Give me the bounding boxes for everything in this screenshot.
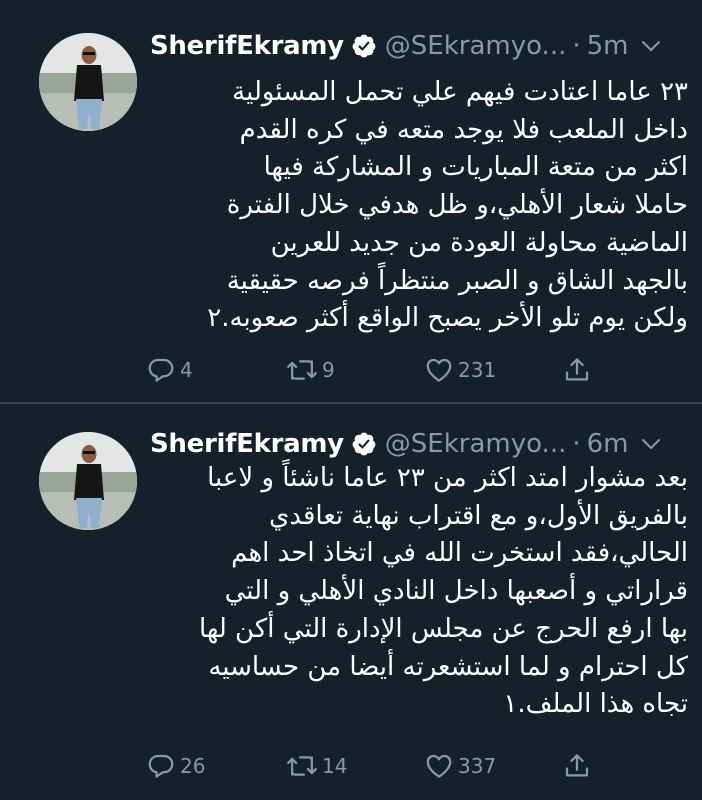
tweet-text-line: كل احترام و لما استشعرته أيضا من حساسيه: [208, 651, 688, 682]
display-name[interactable]: SherifEkramy: [150, 31, 344, 61]
tweet-text: بعد مشوار امتد اكثر من ٢٣ عاما ناشئاً و …: [150, 460, 688, 724]
reply-icon: [148, 754, 174, 778]
avatar-photo: [39, 432, 137, 530]
separator-dot: ·: [572, 429, 581, 459]
like-button[interactable]: 231: [424, 352, 496, 388]
heart-icon: [426, 358, 452, 382]
tweet-text-line: حاملا شعار الأهلي،و ظل هدفي خلال الفترة: [226, 190, 688, 221]
tweet-text-line: الماضية محاولة العودة من جديد للعرين: [270, 227, 688, 258]
tweet-text-line: ولكن يوم تلو الأخر يصبح الواقع أكثر صعوب…: [207, 303, 688, 334]
tweet-header: SherifEkramy @SEkramyo... · 6m: [150, 424, 678, 464]
retweet-icon: [287, 360, 317, 380]
tweet-text-line: بالفريق الأول،و مع اقتراب نهاية تعاقدي: [268, 500, 688, 531]
tweet-actions: 26 14 337: [146, 748, 606, 784]
tweet-text-line: داخل الملعب فلا يوجد متعه في كره القدم: [239, 114, 688, 145]
verified-badge-icon: [352, 34, 376, 58]
timestamp[interactable]: 5m: [587, 31, 629, 61]
tweet-text-line: بها ارفع الحرج عن مجلس الإدارة التي أكن …: [198, 613, 688, 644]
reply-icon: [148, 358, 174, 382]
tweet-header: SherifEkramy @SEkramyo... · 5m: [150, 26, 678, 66]
tweet[interactable]: SherifEkramy @SEkramyo... · 6m بعد مشوار…: [0, 404, 702, 800]
heart-icon: [426, 754, 452, 778]
separator-dot: ·: [572, 31, 581, 61]
tweet[interactable]: SherifEkramy @SEkramyo... · 5m ٢٣ عاما ا…: [0, 0, 702, 403]
display-name[interactable]: SherifEkramy: [150, 429, 344, 459]
tweet-text-line: بعد مشوار امتد اكثر من ٢٣ عاما ناشئاً و …: [207, 463, 688, 493]
tweet-text-line: قراراتي و أصعبها داخل النادي الأهلي و ال…: [224, 576, 688, 607]
share-icon: [565, 358, 589, 381]
tweet-text-line: الحالي،فقد استخرت الله في اتخاذ احد اهم: [231, 538, 688, 569]
reply-button[interactable]: 26: [146, 748, 205, 784]
verified-badge-icon: [352, 432, 376, 456]
share-button[interactable]: [562, 748, 592, 784]
chevron-down-icon[interactable]: [639, 432, 663, 456]
retweet-button[interactable]: 9: [286, 352, 335, 388]
reply-count: 4: [180, 358, 193, 382]
user-handle[interactable]: @SEkramyo...: [385, 31, 567, 61]
tweet-actions: 4 9 231: [146, 352, 606, 388]
tweet-text-line: اكثر من متعة المباريات و المشاركة فيها: [263, 152, 688, 183]
tweet-text-line: تجاه هذا الملف.١: [503, 689, 688, 720]
retweet-count: 14: [322, 754, 348, 778]
timestamp[interactable]: 6m: [587, 429, 629, 459]
tweet-text-line: ٢٣ عاما اعتادت فيهم علي تحمل المسئولية: [232, 77, 688, 107]
retweet-count: 9: [322, 358, 335, 382]
like-count: 231: [458, 358, 497, 382]
avatar[interactable]: [39, 33, 137, 131]
tweet-text: ٢٣ عاما اعتادت فيهم علي تحمل المسئولية د…: [150, 74, 688, 338]
share-button[interactable]: [562, 352, 592, 388]
retweet-button[interactable]: 14: [286, 748, 347, 784]
share-icon: [565, 754, 589, 777]
chevron-down-icon[interactable]: [639, 34, 663, 58]
user-handle[interactable]: @SEkramyo...: [385, 429, 567, 459]
like-button[interactable]: 337: [424, 748, 496, 784]
tweet-text-line: بالجهد الشاق و الصبر منتظراً فرصه حقيقية: [226, 265, 688, 296]
like-count: 337: [458, 754, 497, 778]
reply-button[interactable]: 4: [146, 352, 193, 388]
retweet-icon: [287, 756, 317, 776]
avatar-photo: [39, 33, 137, 131]
reply-count: 26: [180, 754, 206, 778]
avatar[interactable]: [39, 432, 137, 530]
